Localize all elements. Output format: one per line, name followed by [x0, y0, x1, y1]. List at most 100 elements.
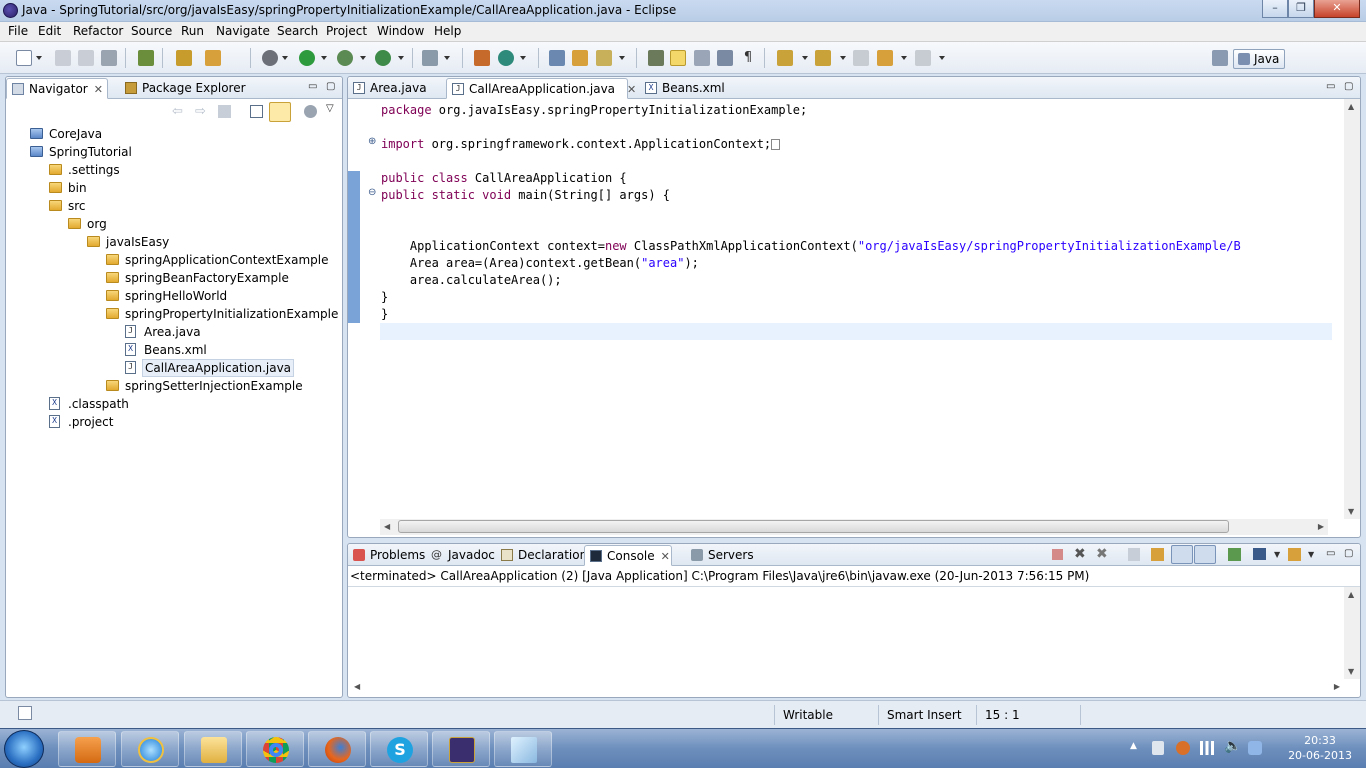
debug-dropdown-icon[interactable]: [282, 56, 288, 60]
scroll-up-icon[interactable]: ▲: [1348, 102, 1354, 111]
open-console-dropdown-icon[interactable]: ▼: [1308, 550, 1314, 559]
scroll-up-icon[interactable]: ▲: [1348, 590, 1354, 599]
scroll-down-icon[interactable]: ▼: [1348, 667, 1354, 676]
minimize-view-icon[interactable]: ▭: [308, 81, 317, 92]
maximize-button[interactable]: ❐: [1288, 0, 1314, 18]
antivirus-icon[interactable]: [1176, 741, 1190, 755]
volume-icon[interactable]: 🔈: [1224, 738, 1241, 754]
open-folder-icon[interactable]: [572, 50, 588, 66]
search-dropdown-icon[interactable]: [619, 56, 625, 60]
tab-javadoc[interactable]: @ Javadoc: [426, 545, 495, 566]
minimize-view-icon[interactable]: ▭: [1326, 81, 1335, 92]
scroll-left-icon[interactable]: ◀: [354, 682, 360, 691]
forward-arrow-icon[interactable]: ⇨: [195, 104, 206, 119]
taskbar-chrome[interactable]: [246, 731, 304, 767]
menu-run[interactable]: Run: [181, 24, 204, 38]
tab-area-java[interactable]: J Area.java: [348, 78, 442, 99]
debug-icon[interactable]: [262, 50, 278, 66]
show-hidden-icons-icon[interactable]: ▲: [1130, 741, 1137, 751]
link-with-editor-icon[interactable]: [269, 102, 291, 122]
taskbar-notepad[interactable]: [494, 731, 552, 767]
minimize-button[interactable]: –: [1262, 0, 1288, 18]
menu-project[interactable]: Project: [326, 24, 367, 38]
display-icon[interactable]: [1248, 741, 1262, 755]
taskbar-file-explorer[interactable]: [184, 731, 242, 767]
taskbar-skype[interactable]: S: [370, 731, 428, 767]
tab-servers[interactable]: Servers: [686, 545, 756, 566]
menu-source[interactable]: Source: [131, 24, 172, 38]
display-console-icon[interactable]: [1253, 548, 1266, 560]
scroll-thumb[interactable]: [398, 520, 1229, 533]
clear-console-icon[interactable]: [1128, 548, 1140, 561]
editor-horizontal-scrollbar[interactable]: ◀ ▶: [380, 519, 1328, 535]
new-web-icon[interactable]: [498, 50, 514, 66]
tab-beans-xml[interactable]: X Beans.xml: [640, 78, 738, 99]
tab-callareaapplication-java[interactable]: J CallAreaApplication.java ✕: [446, 78, 636, 99]
new-java-project-icon[interactable]: [176, 50, 192, 66]
windows-start-icon[interactable]: [4, 730, 44, 768]
view-menu-icon[interactable]: [304, 105, 317, 118]
console-horizontal-scrollbar[interactable]: ◀ ▶: [348, 679, 1344, 695]
scroll-right-icon[interactable]: ▶: [1334, 682, 1340, 691]
taskbar-internet-explorer[interactable]: [121, 731, 179, 767]
taskbar-media-player[interactable]: [58, 731, 116, 767]
safely-remove-icon[interactable]: [1152, 741, 1164, 755]
maximize-view-icon[interactable]: ▢: [326, 81, 335, 92]
menu-help[interactable]: Help: [434, 24, 461, 38]
folded-imports-box[interactable]: [771, 139, 781, 150]
forward-dropdown-icon[interactable]: [939, 56, 945, 60]
tab-console[interactable]: Console ✕: [584, 545, 672, 566]
open-perspective-icon[interactable]: [1212, 50, 1228, 66]
new-web-dropdown-icon[interactable]: [520, 56, 526, 60]
scroll-left-icon[interactable]: ◀: [384, 522, 390, 531]
new-dropdown-icon[interactable]: [36, 56, 42, 60]
tab-navigator[interactable]: Navigator ✕: [6, 78, 108, 99]
expand-fold-icon[interactable]: ⊕: [368, 136, 376, 147]
save-all-icon[interactable]: [78, 50, 94, 66]
menu-search[interactable]: Search: [277, 24, 318, 38]
menu-window[interactable]: Window: [377, 24, 424, 38]
block-selection-icon[interactable]: [694, 50, 710, 66]
terminate-icon[interactable]: [1052, 549, 1063, 560]
download-icon[interactable]: [138, 50, 154, 66]
scroll-down-icon[interactable]: ▼: [1348, 507, 1354, 516]
new-class-icon[interactable]: [474, 50, 490, 66]
mark-occurrences-icon[interactable]: [670, 50, 686, 66]
server-dropdown-icon[interactable]: [444, 56, 450, 60]
editor-vertical-scrollbar[interactable]: ▲ ▼: [1344, 99, 1360, 519]
system-clock[interactable]: 20:33 20-06-2013: [1288, 733, 1352, 763]
external-tools-icon[interactable]: [375, 50, 391, 66]
toggle-breadcrumb-icon[interactable]: [648, 50, 664, 66]
run-dropdown-icon[interactable]: [321, 56, 327, 60]
maximize-view-icon[interactable]: ▢: [1344, 548, 1353, 559]
previous-annotation-dropdown-icon[interactable]: [840, 56, 846, 60]
coverage-dropdown-icon[interactable]: [360, 56, 366, 60]
perspective-java-button[interactable]: Java: [1233, 49, 1285, 69]
pilcrow-icon[interactable]: ¶: [740, 50, 756, 66]
collapse-fold-icon[interactable]: ⊖: [368, 187, 376, 198]
taskbar-firefox[interactable]: [308, 731, 366, 767]
display-console-dropdown-icon[interactable]: ▼: [1274, 550, 1280, 559]
remove-all-launches-icon[interactable]: ✖: [1096, 546, 1108, 562]
back-dropdown-icon[interactable]: [901, 56, 907, 60]
close-icon[interactable]: ✕: [94, 83, 103, 96]
console-vertical-scrollbar[interactable]: ▲ ▼: [1344, 587, 1360, 679]
scroll-right-icon[interactable]: ▶: [1318, 522, 1324, 531]
back-icon[interactable]: [877, 50, 893, 66]
next-annotation-icon[interactable]: [777, 50, 793, 66]
previous-annotation-icon[interactable]: [815, 50, 831, 66]
menu-refactor[interactable]: Refactor: [73, 24, 123, 38]
next-annotation-dropdown-icon[interactable]: [802, 56, 808, 60]
search-icon[interactable]: [596, 50, 612, 66]
up-icon[interactable]: [218, 105, 231, 118]
menu-edit[interactable]: Edit: [38, 24, 61, 38]
minimize-view-icon[interactable]: ▭: [1326, 548, 1335, 559]
server-icon[interactable]: [422, 50, 438, 66]
remove-launch-icon[interactable]: ✖: [1074, 546, 1086, 562]
pin-console-icon[interactable]: [1228, 548, 1241, 561]
collapse-all-icon[interactable]: [250, 105, 263, 118]
chevron-down-icon[interactable]: ▽: [326, 103, 334, 114]
close-icon[interactable]: ✕: [627, 83, 636, 96]
open-console-icon[interactable]: [1288, 548, 1301, 561]
external-tools-dropdown-icon[interactable]: [398, 56, 404, 60]
